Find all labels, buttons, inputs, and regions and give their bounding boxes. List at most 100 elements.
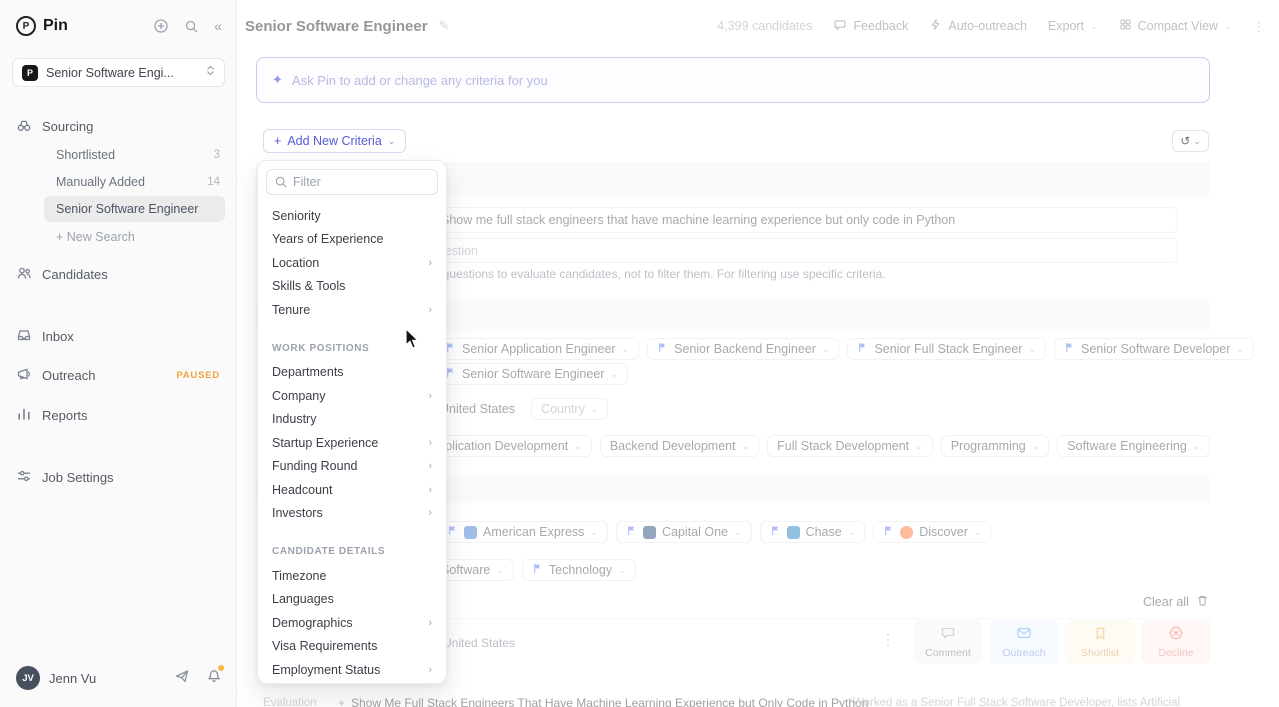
menu-item-label: Investors [272, 506, 323, 520]
menu-group-header: CANDIDATE DETAILS [272, 546, 432, 557]
mouse-cursor [405, 328, 423, 350]
menu-item-label: Funding Round [272, 459, 357, 473]
menu-item-timezone[interactable]: Timezone [266, 564, 438, 588]
menu-item-label: Startup Experience [272, 436, 378, 450]
menu-item-label: Languages [272, 592, 334, 606]
sidebar-item-senior-software-engineer[interactable]: Senior Software Engineer [44, 196, 225, 222]
menu-item-investors[interactable]: Investors › [266, 502, 438, 526]
chevron-right-icon: › [428, 460, 432, 472]
history-icon: ↺ [1180, 134, 1190, 148]
menu-item-label: Seniority [272, 209, 321, 223]
project-selector-label: Senior Software Engi... [46, 66, 198, 80]
avatar[interactable]: JV [16, 666, 40, 690]
menu-item-visa-requirements[interactable]: Visa Requirements [266, 635, 438, 659]
sidebar-item-label: Candidates [42, 267, 108, 282]
app-name: Pin [43, 17, 68, 35]
menu-item-label: Company [272, 389, 326, 403]
project-badge: P [22, 65, 38, 81]
sidebar-item-label: Senior Software Engineer [56, 202, 198, 216]
add-new-criteria-label: Add New Criteria [287, 134, 381, 148]
sidebar-item-new-search[interactable]: + New Search [56, 230, 220, 244]
pin-logo-icon: P [16, 16, 36, 36]
menu-item-funding-round[interactable]: Funding Round › [266, 455, 438, 479]
sidebar-item-inbox[interactable]: Inbox [16, 327, 74, 346]
menu-item-label: Visa Requirements [272, 639, 377, 653]
ask-pin-input[interactable]: ✦ Ask Pin to add or change any criteria … [256, 57, 1210, 103]
sidebar-item-label: Shortlisted [56, 148, 115, 162]
paused-badge: PAUSED [176, 370, 220, 381]
sidebar-item-outreach[interactable]: Outreach PAUSED [16, 366, 220, 385]
sliders-icon [16, 468, 32, 487]
sidebar-item-candidates[interactable]: Candidates [16, 265, 108, 284]
menu-item-label: Timezone [272, 569, 326, 583]
sidebar-item-shortlisted[interactable]: Shortlisted 3 [56, 148, 220, 162]
sidebar-item-label: + New Search [56, 230, 135, 244]
chart-icon [16, 406, 32, 425]
sidebar-item-reports[interactable]: Reports [16, 406, 88, 425]
menu-item-startup-experience[interactable]: Startup Experience › [266, 431, 438, 455]
menu-item-tenure[interactable]: Tenure › [266, 298, 438, 322]
menu-item-company[interactable]: Company › [266, 384, 438, 408]
menu-item-label: Departments [272, 365, 344, 379]
sidebar-item-manually-added[interactable]: Manually Added 14 [56, 175, 220, 189]
menu-item-label: Industry [272, 412, 316, 426]
chevron-right-icon: › [428, 617, 432, 629]
menu-item-industry[interactable]: Industry [266, 408, 438, 432]
menu-item-headcount[interactable]: Headcount › [266, 478, 438, 502]
search-icon [274, 175, 288, 189]
menu-item-seniority[interactable]: Seniority [266, 204, 438, 228]
updown-icon [206, 64, 215, 82]
sidebar-item-job-settings[interactable]: Job Settings [16, 468, 114, 487]
menu-item-languages[interactable]: Languages [266, 588, 438, 612]
sidebar-item-label: Reports [42, 408, 88, 423]
menu-item-skills-tools[interactable]: Skills & Tools [266, 275, 438, 299]
menu-item-employment-status[interactable]: Employment Status › [266, 658, 438, 682]
sparkle-icon: ✦ [272, 72, 283, 88]
notification-dot [218, 665, 224, 671]
menu-item-label: Location [272, 256, 319, 270]
search-icon[interactable] [184, 19, 199, 34]
menu-item-label: Years of Experience [272, 232, 383, 246]
project-selector[interactable]: P Senior Software Engi... [12, 58, 225, 87]
chevron-right-icon: › [428, 507, 432, 519]
bell-icon[interactable] [206, 668, 222, 689]
chevron-right-icon: › [428, 257, 432, 269]
menu-item-label: Headcount [272, 483, 332, 497]
chevron-right-icon: › [428, 437, 432, 449]
inbox-icon [16, 327, 32, 346]
plus-icon: + [274, 134, 281, 148]
ask-pin-placeholder: Ask Pin to add or change any criteria fo… [292, 73, 548, 88]
menu-item-label: Skills & Tools [272, 279, 345, 293]
menu-item-years-of-experience[interactable]: Years of Experience [266, 228, 438, 252]
menu-item-label: Demographics [272, 616, 353, 630]
user-name: Jenn Vu [49, 671, 96, 686]
add-button[interactable] [153, 18, 169, 34]
add-new-criteria-button[interactable]: + Add New Criteria ⌄ [263, 129, 406, 153]
filter-input[interactable] [266, 169, 438, 195]
sourcing-icon [16, 117, 32, 136]
chevron-down-icon: ⌄ [388, 137, 396, 146]
send-icon[interactable] [174, 668, 190, 689]
main-area: Senior Software Engineer ✎ 4,399 candida… [237, 0, 1279, 707]
sidebar: P Pin « P Senior Software Engi... Sourci… [0, 0, 237, 707]
history-button[interactable]: ↺ ⌄ [1172, 130, 1209, 152]
megaphone-icon [16, 366, 32, 385]
sidebar-item-label: Job Settings [42, 470, 114, 485]
menu-item-departments[interactable]: Departments [266, 361, 438, 385]
chevron-right-icon: › [428, 304, 432, 316]
count-badge: 3 [214, 149, 220, 161]
menu-item-location[interactable]: Location › [266, 251, 438, 275]
menu-item-demographics[interactable]: Demographics › [266, 611, 438, 635]
sidebar-item-label: Inbox [42, 329, 74, 344]
menu-item-label: Employment Status [272, 663, 380, 677]
app-window: P Pin « P Senior Software Engi... Sourci… [0, 0, 1279, 707]
chevron-down-icon: ⌄ [1193, 137, 1201, 146]
sidebar-item-label: Sourcing [42, 119, 93, 134]
count-badge: 14 [207, 176, 220, 188]
chevron-right-icon: › [428, 484, 432, 496]
chevron-right-icon: › [428, 664, 432, 676]
menu-item-label: Tenure [272, 303, 310, 317]
collapse-sidebar-icon[interactable]: « [214, 19, 222, 33]
sidebar-item-sourcing[interactable]: Sourcing [16, 117, 93, 136]
chevron-right-icon: › [428, 390, 432, 402]
